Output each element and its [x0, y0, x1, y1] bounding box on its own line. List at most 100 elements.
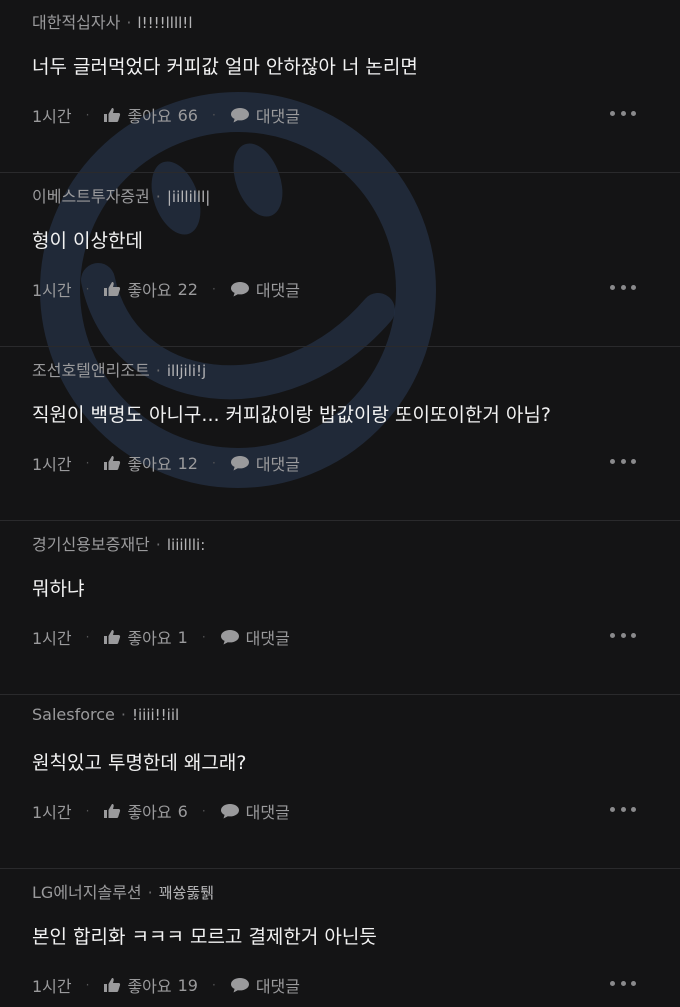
like-label: 좋아요 [127, 803, 172, 822]
separator-dot: · [120, 705, 126, 724]
nickname[interactable]: l!!!!llll!l [137, 14, 192, 32]
nickname[interactable]: liiillli: [167, 536, 205, 554]
separator-dot: · [147, 883, 153, 902]
like-label: 좋아요 [127, 629, 172, 648]
company-name[interactable]: Salesforce [32, 705, 115, 724]
comment-meta: LG에너지솔루션 · 꽤쓩뚫퉭 [32, 879, 214, 903]
like-button[interactable]: 좋아요 12 [103, 451, 198, 475]
speech-bubble-icon [230, 282, 249, 297]
comment-actions: 1시간 · 좋아요 19 · 대댓글 [32, 973, 300, 997]
like-count: 66 [177, 105, 198, 125]
comment-actions: 1시간 · 좋아요 66 · 대댓글 [32, 103, 300, 127]
comment-text: 형이 이상한데 [32, 230, 143, 252]
more-dots-icon[interactable] [610, 456, 636, 466]
speech-bubble-icon [220, 630, 239, 645]
comment-meta: Salesforce · !iiii!!iil [32, 705, 179, 724]
time-label: 1시간 [32, 281, 72, 300]
like-label: 좋아요 [127, 281, 172, 300]
separator-dot: · [126, 13, 132, 32]
time-label: 1시간 [32, 107, 72, 126]
more-dots-icon[interactable] [610, 282, 636, 292]
comment-text: 본인 합리화 ㅋㅋㅋ 모르고 결제한거 아닌듯 [32, 926, 377, 948]
comment-actions: 1시간 · 좋아요 12 · 대댓글 [32, 451, 300, 475]
company-name[interactable]: 경기신용보증재단 [32, 535, 150, 554]
like-label: 좋아요 [127, 455, 172, 474]
comment-actions: 1시간 · 좋아요 22 · 대댓글 [32, 277, 300, 301]
comment-meta: 조선호텔앤리조트 · illjili!j [32, 357, 206, 381]
comment-item: 조선호텔앤리조트 · illjili!j 직원이 백명도 아니구... 커피값이랑 … [0, 348, 680, 521]
like-count: 1 [177, 627, 188, 647]
separator-dot: · [155, 535, 161, 554]
thumbs-up-icon [104, 804, 121, 818]
like-count: 6 [177, 801, 188, 821]
comment-list: 대한적십자사 · l!!!!llll!l 너두 글러먹었다 커피값 얼마 안하잖아 … [0, 0, 680, 1007]
comment-item: 대한적십자사 · l!!!!llll!l 너두 글러먹었다 커피값 얼마 안하잖아 … [0, 0, 680, 173]
nickname[interactable]: !iiii!!iil [132, 706, 179, 724]
time-label: 1시간 [32, 803, 72, 822]
like-button[interactable]: 좋아요 19 [103, 973, 198, 997]
like-button[interactable]: 좋아요 6 [103, 799, 188, 823]
more-dots-icon[interactable] [610, 108, 636, 118]
thumbs-up-icon [104, 978, 121, 992]
comment-text: 직원이 백명도 아니구... 커피값이랑 밥값이랑 또이또이한거 아님? [32, 404, 551, 426]
comment-item: 경기신용보증재단 · liiillli: 뭐하냐 1시간 · 좋아요 1 · 대댓글 [0, 522, 680, 695]
comment-item: Salesforce · !iiii!!iil 원칙있고 투명한데 왜그래? 1시간… [0, 696, 680, 869]
separator-dot: · [211, 108, 216, 122]
more-dots-icon[interactable] [610, 978, 636, 988]
company-name[interactable]: LG에너지솔루션 [32, 883, 142, 902]
separator-dot: · [85, 456, 90, 470]
like-count: 19 [177, 975, 198, 995]
nickname[interactable]: 꽤쓩뚫퉭 [159, 884, 214, 902]
reply-button[interactable]: 대댓글 [220, 625, 290, 649]
reply-label: 대댓글 [245, 803, 290, 822]
comment-meta: 경기신용보증재단 · liiillli: [32, 531, 205, 555]
reply-label: 대댓글 [255, 107, 300, 126]
thumbs-up-icon [104, 282, 121, 296]
reply-button[interactable]: 대댓글 [230, 973, 300, 997]
company-name[interactable]: 이베스트투자증권 [32, 187, 150, 206]
separator-dot: · [211, 456, 216, 470]
comment-actions: 1시간 · 좋아요 6 · 대댓글 [32, 799, 290, 823]
separator-dot: · [201, 630, 206, 644]
separator-dot: · [155, 361, 161, 380]
reply-label: 대댓글 [255, 281, 300, 300]
reply-button[interactable]: 대댓글 [220, 799, 290, 823]
reply-label: 대댓글 [245, 629, 290, 648]
company-name[interactable]: 조선호텔앤리조트 [32, 361, 150, 380]
comment-text: 뭐하냐 [32, 578, 85, 600]
separator-dot: · [201, 804, 206, 818]
comment-item: 이베스트투자증권 · |iillilll| 형이 이상한데 1시간 · 좋아요 22… [0, 174, 680, 347]
like-count: 22 [177, 279, 198, 299]
like-button[interactable]: 좋아요 22 [103, 277, 198, 301]
thumbs-up-icon [104, 630, 121, 644]
comment-meta: 이베스트투자증권 · |iillilll| [32, 183, 210, 207]
speech-bubble-icon [230, 978, 249, 993]
speech-bubble-icon [230, 456, 249, 471]
like-button[interactable]: 좋아요 1 [103, 625, 188, 649]
time-label: 1시간 [32, 455, 72, 474]
separator-dot: · [85, 108, 90, 122]
like-button[interactable]: 좋아요 66 [103, 103, 198, 127]
company-name[interactable]: 대한적십자사 [32, 13, 120, 32]
more-dots-icon[interactable] [610, 630, 636, 640]
more-dots-icon[interactable] [610, 804, 636, 814]
time-label: 1시간 [32, 977, 72, 996]
reply-button[interactable]: 대댓글 [230, 277, 300, 301]
time-label: 1시간 [32, 629, 72, 648]
separator-dot: · [211, 282, 216, 296]
separator-dot: · [85, 804, 90, 818]
thumbs-up-icon [104, 108, 121, 122]
like-count: 12 [177, 453, 198, 473]
reply-label: 대댓글 [255, 455, 300, 474]
speech-bubble-icon [230, 108, 249, 123]
nickname[interactable]: |iillilll| [167, 188, 210, 206]
reply-button[interactable]: 대댓글 [230, 103, 300, 127]
reply-button[interactable]: 대댓글 [230, 451, 300, 475]
comment-meta: 대한적십자사 · l!!!!llll!l [32, 9, 193, 33]
like-label: 좋아요 [127, 107, 172, 126]
speech-bubble-icon [220, 804, 239, 819]
like-label: 좋아요 [127, 977, 172, 996]
thumbs-up-icon [104, 456, 121, 470]
comment-actions: 1시간 · 좋아요 1 · 대댓글 [32, 625, 290, 649]
nickname[interactable]: illjili!j [167, 362, 206, 380]
